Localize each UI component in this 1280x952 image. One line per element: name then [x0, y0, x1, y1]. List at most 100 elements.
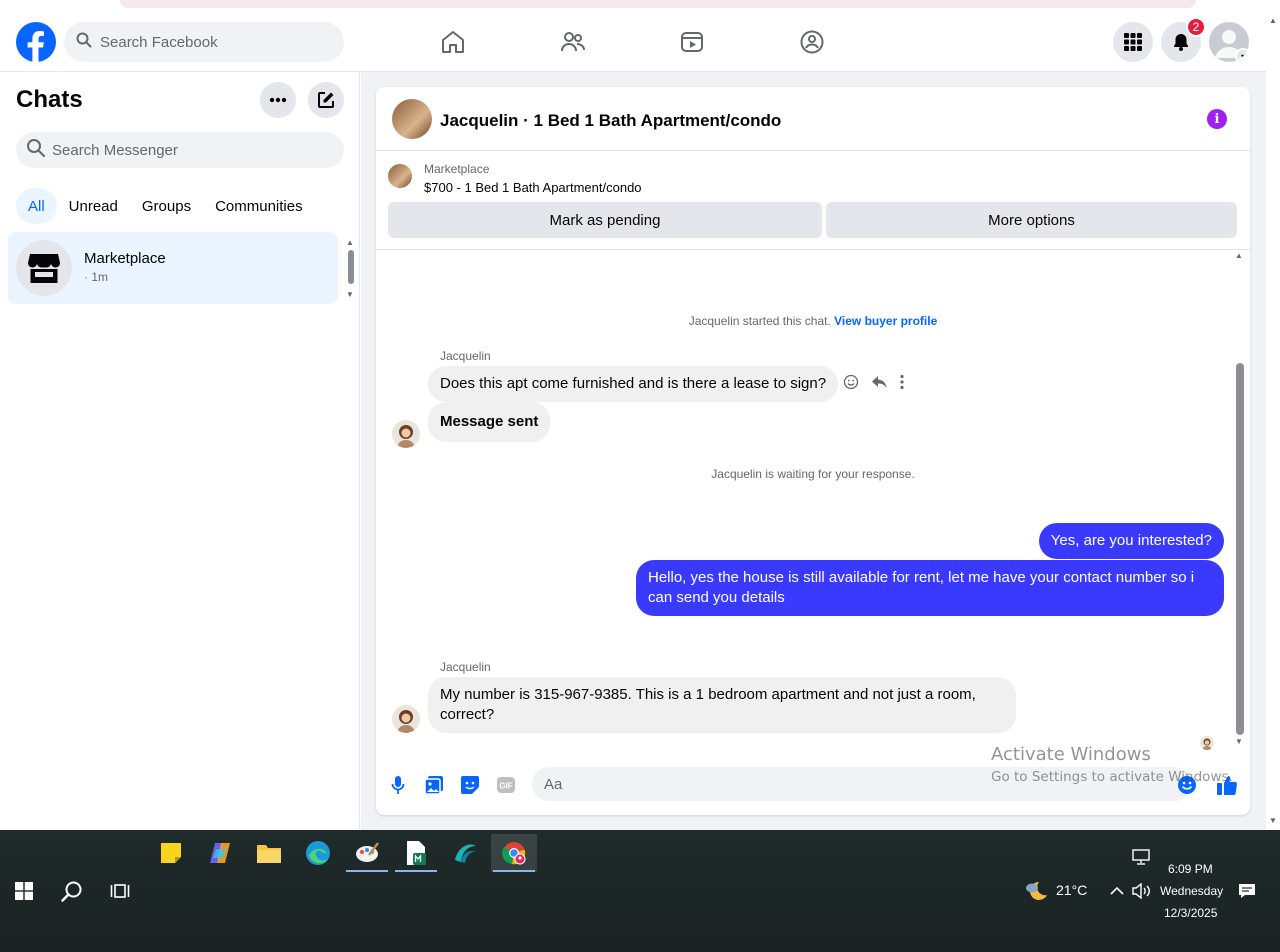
- windows-start-icon[interactable]: [8, 874, 40, 908]
- outgoing-message[interactable]: Hello, yes the house is still available …: [636, 560, 1224, 616]
- browser-strip: [0, 0, 1280, 14]
- messages-scrollbar[interactable]: ▲ ▼: [1234, 249, 1248, 749]
- groups-icon[interactable]: [798, 28, 826, 56]
- message-list: Jacquelin started this chat. View buyer …: [376, 249, 1250, 750]
- incoming-message[interactable]: Message sent: [428, 402, 551, 442]
- filter-communities[interactable]: Communities: [203, 188, 315, 224]
- chats-sidebar: Chats Search Messenger All Unread Groups…: [0, 72, 360, 830]
- conversation-title[interactable]: Jacquelin · 1 Bed 1 Bath Apartment/condo: [440, 111, 781, 131]
- edge-browser-icon[interactable]: [295, 834, 341, 872]
- filter-all[interactable]: All: [16, 188, 57, 224]
- chat-name: Marketplace: [84, 250, 166, 267]
- sender-name: Jacquelin: [440, 660, 491, 674]
- chat-started-text: Jacquelin started this chat.: [688, 314, 831, 328]
- message-actions: [843, 374, 905, 395]
- sticky-notes-icon[interactable]: [148, 834, 194, 872]
- scroll-up-arrow-icon[interactable]: ▲: [1235, 251, 1243, 260]
- photo-gallery-icon[interactable]: [422, 773, 446, 797]
- address-bar-edge: [120, 0, 1196, 8]
- scroll-down-arrow-icon[interactable]: ▼: [346, 290, 354, 299]
- page-scrollbar[interactable]: ▲ ▼: [1266, 14, 1280, 830]
- filter-groups[interactable]: Groups: [130, 188, 203, 224]
- listing-title[interactable]: $700 - 1 Bed 1 Bath Apartment/condo: [424, 180, 642, 195]
- windows-taskbar: 21°C 6:09 PM Wednesday 12/3/2025: [0, 830, 1280, 952]
- search-messenger-input[interactable]: Search Messenger: [16, 132, 344, 168]
- info-icon[interactable]: i: [1207, 109, 1227, 129]
- message-input-placeholder: Aa: [544, 775, 563, 793]
- more-options-icon[interactable]: [260, 82, 296, 118]
- sticker-icon[interactable]: [458, 773, 482, 797]
- account-avatar[interactable]: ▾: [1209, 22, 1249, 62]
- watermark-title: Activate Windows: [991, 744, 1151, 765]
- document-app-icon[interactable]: [393, 834, 439, 872]
- chats-title: Chats: [16, 86, 83, 113]
- chrome-browser-icon[interactable]: [491, 834, 537, 872]
- chevron-down-icon: ▾: [1235, 48, 1249, 62]
- watermark-subtitle: Go to Settings to activate Windows.: [991, 769, 1233, 785]
- waiting-notice: Jacquelin is waiting for your response.: [711, 467, 915, 481]
- search-facebook-input[interactable]: Search Facebook: [64, 22, 344, 62]
- more-options-button[interactable]: More options: [826, 202, 1237, 238]
- scrollbar-thumb[interactable]: [348, 250, 354, 284]
- notification-center-icon[interactable]: [1236, 874, 1258, 908]
- wave-app-icon[interactable]: [442, 834, 488, 872]
- gif-icon[interactable]: GIF: [494, 773, 518, 797]
- chat-list-item-marketplace[interactable]: Marketplace · 1m: [8, 232, 338, 304]
- sender-name: Jacquelin: [440, 349, 491, 363]
- chat-started-notice: Jacquelin started this chat. View buyer …: [376, 314, 1250, 328]
- volume-speaker-icon[interactable]: [1130, 874, 1152, 908]
- search-icon: [26, 138, 46, 163]
- listing-small-thumbnail: [388, 164, 412, 188]
- search-placeholder: Search Facebook: [100, 33, 218, 51]
- marketplace-store-icon: [16, 240, 72, 296]
- search-messenger-placeholder: Search Messenger: [52, 141, 178, 159]
- menu-grid-icon[interactable]: [1113, 22, 1153, 62]
- svg-text:GIF: GIF: [499, 782, 512, 791]
- taskbar-search-icon[interactable]: [56, 874, 88, 908]
- mark-as-pending-button[interactable]: Mark as pending: [388, 202, 822, 238]
- sidebar-scrollbar[interactable]: ▲ ▼: [346, 238, 356, 300]
- new-message-icon[interactable]: [308, 82, 344, 118]
- facebook-logo-icon[interactable]: [16, 22, 56, 62]
- chat-timestamp: · 1m: [84, 270, 108, 284]
- scroll-up-arrow-icon[interactable]: ▲: [346, 238, 354, 247]
- video-icon[interactable]: [678, 28, 706, 56]
- friends-icon[interactable]: [559, 28, 587, 56]
- conversation-header: Jacquelin · 1 Bed 1 Bath Apartment/condo…: [376, 87, 1250, 151]
- conversation-panel: Jacquelin · 1 Bed 1 Bath Apartment/condo…: [376, 87, 1250, 815]
- react-emoji-icon[interactable]: [843, 374, 859, 395]
- incoming-message[interactable]: Does this apt come furnished and is ther…: [428, 366, 839, 402]
- reply-icon[interactable]: [871, 375, 887, 394]
- clock-time[interactable]: 6:09 PM: [1168, 862, 1213, 876]
- outgoing-message[interactable]: Yes, are you interested?: [1038, 523, 1224, 559]
- task-view-icon[interactable]: [104, 874, 136, 908]
- more-vertical-icon[interactable]: [899, 374, 905, 395]
- show-hidden-icons-chevron-up-icon[interactable]: [1108, 874, 1126, 908]
- facebook-header: Search Facebook 2 ▾: [0, 14, 1266, 72]
- weather-temperature[interactable]: 21°C: [1056, 882, 1087, 898]
- microphone-icon[interactable]: [386, 773, 410, 797]
- incoming-message[interactable]: My number is 315-967-9385. This is a 1 b…: [428, 677, 1016, 733]
- home-icon[interactable]: [439, 28, 467, 56]
- network-icon[interactable]: [1130, 840, 1152, 874]
- sender-avatar[interactable]: [392, 705, 420, 733]
- scroll-up-arrow-icon[interactable]: ▲: [1269, 16, 1277, 25]
- scroll-down-arrow-icon[interactable]: ▼: [1269, 816, 1277, 825]
- notification-badge: 2: [1186, 17, 1206, 37]
- sender-avatar[interactable]: [392, 420, 420, 448]
- listing-label: Marketplace: [424, 162, 490, 176]
- listing-banner: Marketplace $700 - 1 Bed 1 Bath Apartmen…: [376, 152, 1250, 248]
- clock-day[interactable]: Wednesday: [1160, 884, 1223, 898]
- clock-date[interactable]: 12/3/2025: [1164, 906, 1217, 920]
- filter-unread[interactable]: Unread: [57, 188, 130, 224]
- search-icon: [76, 32, 92, 53]
- scrollbar-thumb[interactable]: [1236, 363, 1244, 735]
- listing-thumbnail[interactable]: [392, 99, 432, 139]
- weather-moon-cloud-icon[interactable]: [1022, 874, 1050, 908]
- activate-windows-watermark: Activate Windows Go to Settings to activ…: [991, 744, 1233, 785]
- file-explorer-icon[interactable]: [246, 834, 292, 872]
- scroll-down-arrow-icon[interactable]: ▼: [1235, 737, 1243, 746]
- paint-app-icon[interactable]: [344, 834, 390, 872]
- view-buyer-profile-link[interactable]: View buyer profile: [834, 314, 937, 328]
- copilot-icon[interactable]: [197, 834, 243, 872]
